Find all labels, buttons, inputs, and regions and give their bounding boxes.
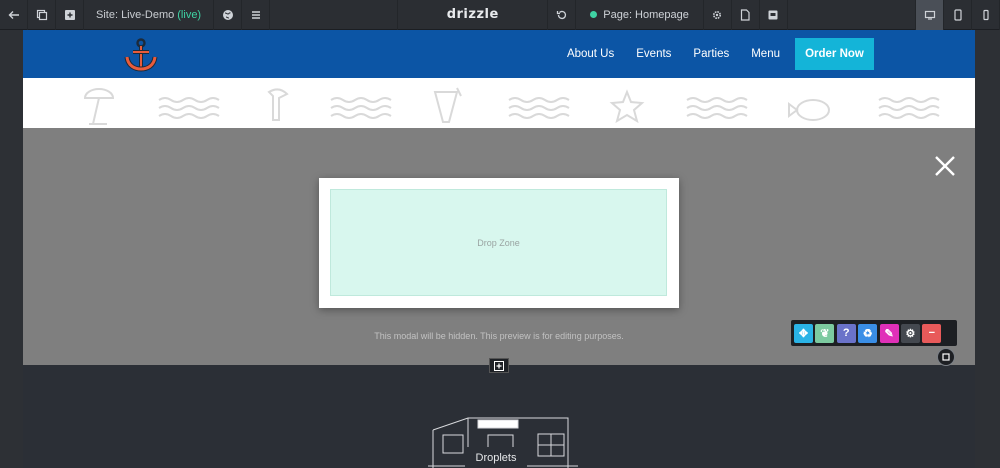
recycle-icon[interactable]: ♻ bbox=[858, 323, 878, 343]
nav-link-menu[interactable]: Menu bbox=[751, 48, 780, 60]
save-button[interactable] bbox=[732, 0, 760, 30]
close-icon[interactable] bbox=[933, 154, 957, 178]
desktop-view-button[interactable] bbox=[916, 0, 945, 30]
decorative-banner bbox=[23, 78, 975, 128]
layers-icon bbox=[251, 10, 260, 19]
site-name: Site: Live-Demo bbox=[96, 8, 175, 21]
remove-icon[interactable]: − bbox=[922, 323, 942, 343]
drop-zone[interactable]: Drop Zone bbox=[330, 189, 667, 296]
site-canvas[interactable]: About Us Events Parties Menu Order Now D… bbox=[23, 30, 975, 468]
help-icon[interactable]: ? bbox=[836, 323, 856, 343]
site-status: (live) bbox=[177, 8, 202, 21]
copy-button[interactable] bbox=[28, 0, 56, 30]
back-button[interactable] bbox=[0, 0, 28, 30]
page-status-dot bbox=[590, 11, 598, 18]
anchor-logo-icon[interactable] bbox=[121, 35, 161, 75]
site-header: About Us Events Parties Menu Order Now bbox=[23, 30, 975, 78]
modal-dialog: Drop Zone bbox=[319, 178, 679, 308]
history-icon bbox=[556, 10, 566, 19]
tablet-view-button[interactable] bbox=[944, 0, 973, 30]
nav-link-events[interactable]: Events bbox=[636, 48, 671, 60]
plus-square-icon bbox=[64, 9, 75, 20]
layers-button[interactable] bbox=[242, 0, 271, 30]
beach-pattern-icon bbox=[83, 87, 940, 125]
toolbar-spacer bbox=[270, 0, 399, 30]
settings-button[interactable] bbox=[704, 0, 732, 30]
gear-icon[interactable]: ⚙ bbox=[900, 323, 920, 343]
plus-icon bbox=[494, 360, 504, 371]
gear-icon bbox=[713, 10, 722, 19]
mobile-view-button[interactable] bbox=[972, 0, 1000, 30]
leaf-icon[interactable]: ❦ bbox=[815, 323, 835, 343]
editor-toolbar: Site: Live-Demo (live) drizzle Page: Hom… bbox=[0, 0, 1000, 30]
globe-button[interactable] bbox=[214, 0, 243, 30]
inbox-icon bbox=[768, 10, 778, 19]
tablet-icon bbox=[953, 8, 962, 21]
nav-link-parties[interactable]: Parties bbox=[693, 48, 729, 60]
element-toolbar: ✥ ❦ ? ♻ ✎ ⚙ − bbox=[791, 320, 957, 346]
page-selector[interactable]: Page: Homepage bbox=[576, 0, 704, 30]
brush-icon[interactable]: ✎ bbox=[879, 323, 899, 343]
drop-zone-label: Drop Zone bbox=[477, 237, 520, 248]
square-icon bbox=[942, 353, 950, 361]
toolbar-spacer-right bbox=[788, 0, 917, 30]
add-block-button[interactable] bbox=[489, 358, 509, 373]
order-now-button[interactable]: Order Now bbox=[795, 38, 874, 70]
droplets-label: Droplets bbox=[465, 447, 527, 468]
site-selector[interactable]: Site: Live-Demo (live) bbox=[84, 0, 215, 30]
copy-icon bbox=[36, 9, 47, 20]
arrow-left-icon bbox=[8, 10, 19, 19]
drizzle-logo: drizzle bbox=[398, 0, 549, 30]
revisions-button[interactable] bbox=[548, 0, 577, 30]
page-name: Page: Homepage bbox=[603, 8, 689, 21]
desktop-icon bbox=[924, 10, 935, 20]
mobile-icon bbox=[982, 9, 989, 20]
duplicate-button[interactable] bbox=[937, 348, 955, 366]
main-nav: About Us Events Parties Menu bbox=[545, 30, 780, 78]
move-icon[interactable]: ✥ bbox=[794, 323, 813, 343]
add-page-button[interactable] bbox=[56, 0, 84, 30]
globe-icon bbox=[222, 9, 233, 20]
file-icon bbox=[741, 8, 750, 21]
nav-link-about[interactable]: About Us bbox=[567, 48, 614, 60]
publish-button[interactable] bbox=[760, 0, 788, 30]
